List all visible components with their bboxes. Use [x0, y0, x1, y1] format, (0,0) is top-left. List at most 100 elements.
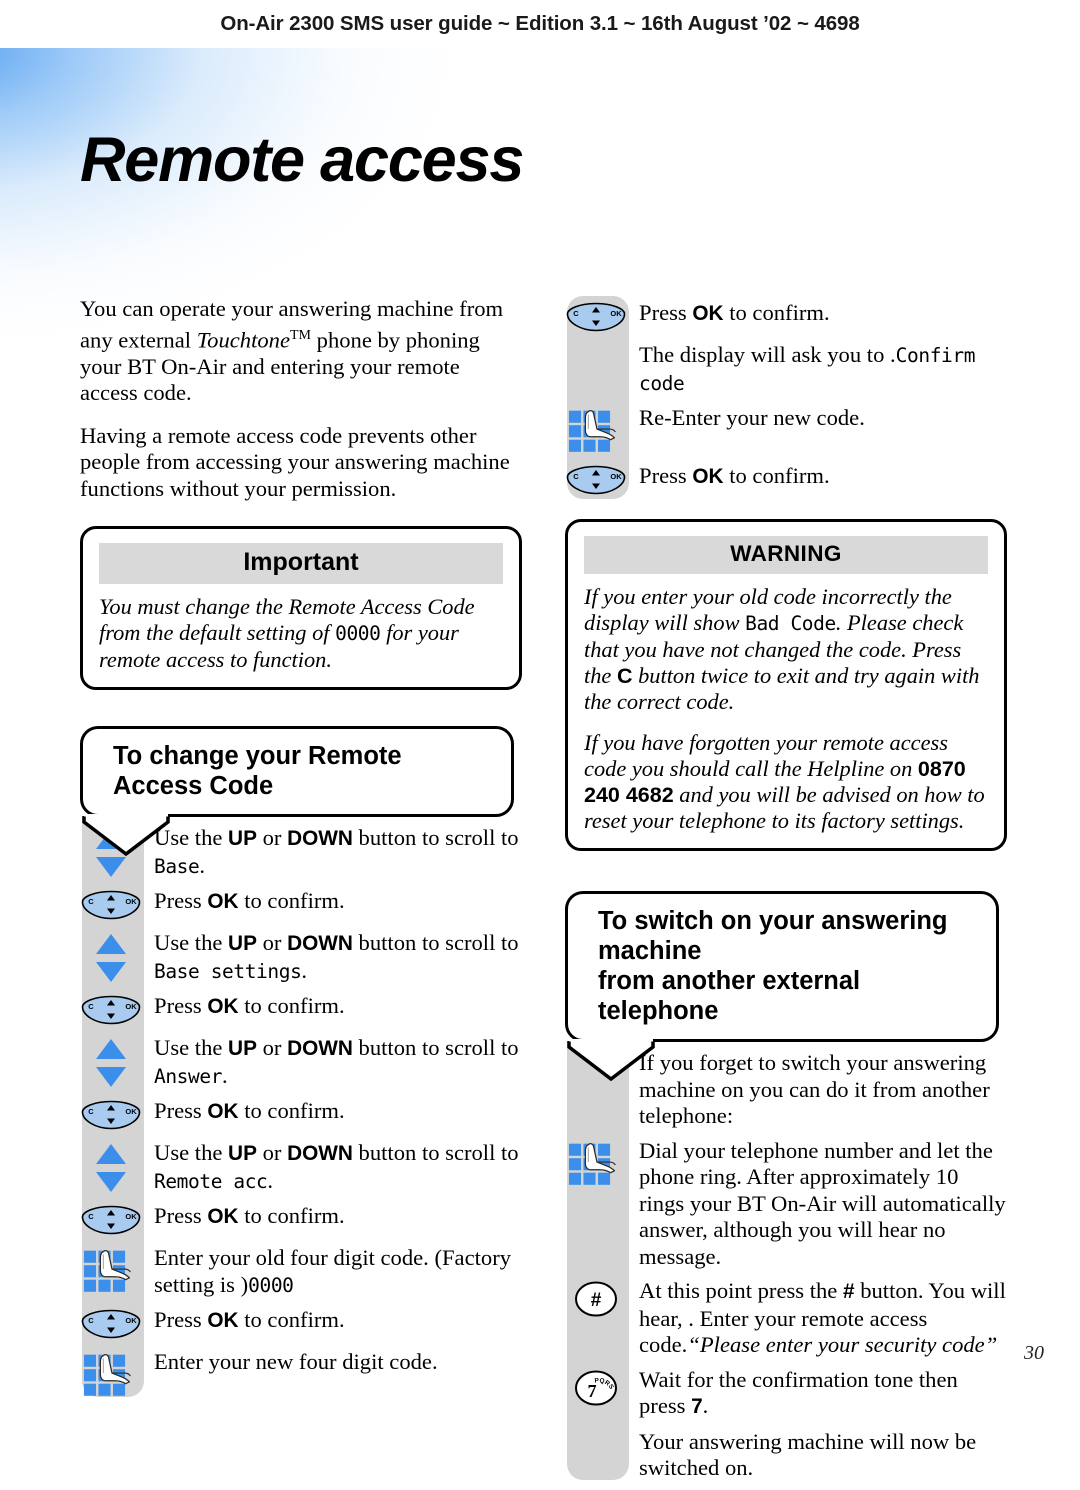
step-instruction-text: Your answering machine will now be switc…: [627, 1429, 1007, 1482]
instruction-list-right-top: C OK Press OK to confirm. The display wi…: [565, 296, 1007, 499]
svg-text:OK: OK: [125, 1316, 137, 1325]
instruction-step: C OK Press OK to confirm.: [565, 300, 1007, 334]
step-display-value: Base settings: [154, 959, 302, 983]
step-emphasis-1: OK: [207, 1309, 239, 1333]
svg-text:C: C: [88, 1107, 94, 1116]
seven-key-icon[interactable]: 7 PQRS: [574, 1369, 618, 1407]
callout-switch-on-answering-machine: To switch on your answering machine from…: [565, 891, 999, 1081]
step-text-part-3: button to scroll to: [352, 930, 519, 956]
step-emphasis-1: OK: [207, 890, 239, 914]
callout-change-remote-access-code: To change your Remote Access Code: [80, 726, 514, 857]
step-icon-slot: C OK: [565, 463, 627, 497]
step-instruction-text: Enter your old four digit code. (Factory…: [142, 1245, 522, 1299]
step-display-value: Base: [154, 854, 200, 878]
up-down-arrows-icon[interactable]: [94, 1142, 128, 1194]
left-column: You can operate your answering machine f…: [80, 296, 522, 1407]
step-emphasis-1: #: [842, 1280, 855, 1303]
touchtone-trademark: Touchtone: [196, 327, 290, 353]
important-note-body: You must change the Remote Access Code f…: [99, 594, 503, 673]
step-instruction-text: Dial your telephone number and let the p…: [627, 1138, 1007, 1271]
callout-left-line1: To change your Remote: [113, 742, 402, 771]
page-number: 30: [1024, 1342, 1044, 1364]
svg-text:C: C: [573, 309, 579, 318]
step-text-part-1: Press: [154, 1098, 208, 1124]
ok-navigation-button-icon[interactable]: C OK: [81, 1205, 141, 1235]
instruction-step: Enter your new four digit code.: [80, 1349, 522, 1399]
default-code-value: 0000: [335, 622, 381, 646]
ok-navigation-button-icon[interactable]: C OK: [566, 465, 626, 495]
keypad-icon[interactable]: [82, 1351, 142, 1399]
ok-navigation-button-icon[interactable]: C OK: [566, 302, 626, 332]
instruction-step: C OK Press OK to confirm.: [80, 1098, 522, 1132]
step-emphasis-2: DOWN: [287, 1142, 353, 1166]
step-emphasis-1: OK: [207, 995, 239, 1019]
up-down-arrows-icon[interactable]: [94, 1037, 128, 1089]
step-instruction-text: Use the UP or DOWN button to scroll to B…: [142, 825, 522, 880]
running-header: On-Air 2300 SMS user guide ~ Edition 3.1…: [0, 0, 1080, 48]
step-icon-slot: [80, 1245, 142, 1295]
step-icon-slot: C OK: [80, 1098, 142, 1132]
step-text-part-1: The display will ask you to: [639, 342, 891, 367]
step-emphasis-1: 7: [691, 1395, 703, 1418]
step-icon-slot: C OK: [80, 888, 142, 922]
c-button-label: C: [616, 664, 633, 688]
step-text-part-1: Use the: [154, 1140, 229, 1166]
svg-text:C: C: [88, 1212, 94, 1221]
keypad-icon[interactable]: [82, 1247, 142, 1295]
step-icon-slot: [80, 930, 142, 984]
step-instruction-text: Press OK to confirm.: [142, 1203, 522, 1231]
step-instruction-text: If you forget to switch your answering m…: [627, 1050, 1007, 1130]
step-icon-slot: C OK: [80, 993, 142, 1027]
instruction-step: Use the UP or DOWN button to scroll to B…: [80, 930, 522, 985]
up-down-arrows-icon[interactable]: [94, 932, 128, 984]
step-text-part-2: to confirm.: [238, 1307, 345, 1333]
step-text-part-1: Press: [154, 1203, 208, 1229]
step-text-part-1: At this point press the: [639, 1278, 843, 1303]
step-instruction-text: Press OK to confirm.: [142, 993, 522, 1021]
callout-right-line1: To switch on your answering machine: [598, 907, 948, 965]
step-icon-slot: C OK: [80, 1203, 142, 1237]
callout-bubble-right: To switch on your answering machine from…: [565, 891, 999, 1042]
important-note-box: Important You must change the Remote Acc…: [80, 526, 522, 691]
warning-paragraph-1: If you enter your old code incorrectly t…: [584, 584, 988, 715]
step-emphasis-1: OK: [207, 1100, 239, 1124]
warning-note-body: If you enter your old code incorrectly t…: [584, 584, 988, 834]
step-text-part-4: .: [199, 852, 206, 878]
warning-note-heading: WARNING: [584, 536, 988, 574]
important-note-text: You must change the Remote Access Code f…: [99, 594, 503, 673]
step-icon-slot: C OK: [80, 1307, 142, 1341]
step-text-part-2: or: [256, 1035, 288, 1061]
step-text-part-2: to confirm.: [238, 993, 345, 1019]
instruction-step: C OK Press OK to confirm.: [80, 1307, 522, 1341]
instruction-list-left: Use the UP or DOWN button to scroll to B…: [80, 817, 522, 1399]
ok-navigation-button-icon[interactable]: C OK: [81, 890, 141, 920]
instruction-list-right-bottom: If you forget to switch your answering m…: [565, 1042, 1007, 1482]
step-display-value: Remote acc: [154, 1169, 268, 1193]
step-text-part-1: Your answering machine will now be switc…: [639, 1428, 977, 1481]
step-instruction-text: Use the UP or DOWN button to scroll to R…: [142, 1140, 522, 1195]
step-instruction-text: Press OK to confirm.: [627, 300, 1007, 328]
instruction-step: C OK Press OK to confirm.: [80, 1203, 522, 1237]
page-title: Remote access: [80, 125, 524, 195]
intro-paragraph-1: You can operate your answering machine f…: [80, 296, 522, 407]
svg-text:OK: OK: [125, 1002, 137, 1011]
running-header-text: On-Air 2300 SMS user guide ~ Edition 3.1…: [220, 12, 860, 35]
step-text-part-1: Enter your old four digit code. (Factory…: [154, 1245, 512, 1297]
step-text-part-1: Use the: [154, 1035, 229, 1061]
hash-key-icon[interactable]: #: [574, 1280, 618, 1318]
keypad-icon[interactable]: [567, 1140, 627, 1188]
step-emphasis-1: UP: [228, 1142, 257, 1166]
ok-navigation-button-icon[interactable]: C OK: [81, 1100, 141, 1130]
ok-navigation-button-icon[interactable]: C OK: [81, 995, 141, 1025]
step-text-part-3: button to scroll to: [352, 1035, 519, 1061]
step-text-part-1: Dial your telephone number and let the p…: [639, 1137, 1006, 1269]
svg-text:OK: OK: [610, 309, 622, 318]
intro-paragraph-2: Having a remote access code prevents oth…: [80, 422, 510, 501]
step-emphasis-1: OK: [207, 1205, 239, 1229]
step-instruction-text: Use the UP or DOWN button to scroll to B…: [142, 930, 522, 985]
keypad-icon[interactable]: [567, 407, 627, 455]
step-icon-slot: 7 PQRS: [565, 1367, 627, 1407]
warning-p2-part1: If you have forgotten your remote access…: [584, 730, 948, 781]
callout-tail-icon: [567, 1039, 655, 1081]
ok-navigation-button-icon[interactable]: C OK: [81, 1309, 141, 1339]
